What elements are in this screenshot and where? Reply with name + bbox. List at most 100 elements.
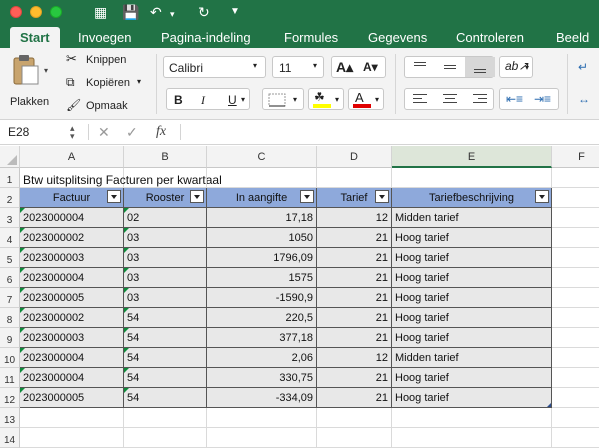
- tab-pagina-indeling[interactable]: Pagina-indeling: [161, 27, 251, 48]
- table-cell-b6[interactable]: 03: [124, 268, 207, 288]
- table-cell-b12[interactable]: 54: [124, 388, 207, 408]
- column-header-a[interactable]: A: [20, 146, 124, 168]
- table-cell-d7[interactable]: 21: [317, 288, 392, 308]
- column-header-c[interactable]: C: [207, 146, 317, 168]
- row-header-9[interactable]: 9: [0, 328, 20, 348]
- table-cell-c4[interactable]: 1050: [207, 228, 317, 248]
- tab-gegevens[interactable]: Gegevens: [368, 27, 427, 48]
- table-cell-b11[interactable]: 54: [124, 368, 207, 388]
- row-header-10[interactable]: 10: [0, 348, 20, 368]
- align-right-button[interactable]: [465, 89, 495, 109]
- cell-f8[interactable]: [552, 308, 599, 328]
- table-cell-b7[interactable]: 03: [124, 288, 207, 308]
- cancel-icon[interactable]: ✕: [98, 122, 110, 142]
- tab-start[interactable]: Start: [10, 27, 60, 48]
- table-cell-d5[interactable]: 21: [317, 248, 392, 268]
- align-left-button[interactable]: [405, 89, 435, 109]
- paste-button[interactable]: ▾ Plakken: [8, 54, 54, 110]
- table-cell-e4[interactable]: Hoog tarief: [392, 228, 552, 248]
- table-cell-e10[interactable]: Midden tarief: [392, 348, 552, 368]
- borders-button[interactable]: ▾: [262, 88, 304, 110]
- table-cell-b8[interactable]: 54: [124, 308, 207, 328]
- cell-a13[interactable]: [20, 408, 124, 428]
- zoom-window-button[interactable]: [50, 6, 62, 18]
- redo-icon[interactable]: ↻: [198, 3, 210, 21]
- tab-beeld[interactable]: Beeld: [556, 27, 589, 48]
- align-bottom-button[interactable]: [465, 57, 495, 77]
- confirm-icon[interactable]: ✓: [126, 122, 138, 142]
- row-header-6[interactable]: 6: [0, 268, 20, 288]
- table-header-c[interactable]: In aangifte: [207, 188, 317, 208]
- table-resize-handle[interactable]: [547, 403, 551, 407]
- table-cell-c6[interactable]: 1575: [207, 268, 317, 288]
- cell-f2[interactable]: [552, 188, 599, 208]
- close-window-button[interactable]: [10, 6, 22, 18]
- table-cell-c12[interactable]: -334,09: [207, 388, 317, 408]
- cell-f12[interactable]: [552, 388, 599, 408]
- undo-dropdown-icon[interactable]: ▾: [170, 5, 175, 23]
- column-header-e[interactable]: E: [392, 146, 552, 168]
- shrink-font-icon[interactable]: A▾: [363, 60, 378, 74]
- row-header-13[interactable]: 13: [0, 408, 20, 428]
- insert-function-button[interactable]: fx: [156, 122, 166, 142]
- font-size-select[interactable]: 11 ▾: [272, 56, 324, 78]
- table-cell-a12[interactable]: 2023000005: [20, 388, 124, 408]
- format-painter-button[interactable]: Opmaak: [86, 100, 128, 112]
- table-cell-b10[interactable]: 54: [124, 348, 207, 368]
- filter-dropdown-button[interactable]: [300, 190, 314, 203]
- table-cell-a10[interactable]: 2023000004: [20, 348, 124, 368]
- row-header-2[interactable]: 2: [0, 188, 20, 208]
- table-cell-d10[interactable]: 12: [317, 348, 392, 368]
- merge-cells-icon[interactable]: ↔: [578, 92, 590, 106]
- table-cell-c5[interactable]: 1796,09: [207, 248, 317, 268]
- table-cell-b9[interactable]: 54: [124, 328, 207, 348]
- table-cell-c7[interactable]: -1590,9: [207, 288, 317, 308]
- underline-button[interactable]: U: [228, 93, 237, 107]
- cell-f7[interactable]: [552, 288, 599, 308]
- italic-button[interactable]: I: [201, 93, 205, 108]
- increase-indent-icon[interactable]: ⇥≡: [534, 92, 551, 106]
- copy-button[interactable]: Kopiëren: [86, 77, 130, 89]
- cell-e13[interactable]: [392, 408, 552, 428]
- cell-d13[interactable]: [317, 408, 392, 428]
- tab-invoegen[interactable]: Invoegen: [78, 27, 132, 48]
- filter-dropdown-button[interactable]: [107, 190, 121, 203]
- table-cell-d4[interactable]: 21: [317, 228, 392, 248]
- column-header-f[interactable]: F: [552, 146, 599, 168]
- align-middle-button[interactable]: [435, 57, 465, 77]
- table-cell-e9[interactable]: Hoog tarief: [392, 328, 552, 348]
- table-cell-a3[interactable]: 2023000004: [20, 208, 124, 228]
- cell-f11[interactable]: [552, 368, 599, 388]
- table-cell-e6[interactable]: Hoog tarief: [392, 268, 552, 288]
- cell-f4[interactable]: [552, 228, 599, 248]
- copy-icon[interactable]: ⧉: [66, 75, 75, 90]
- cell-d1[interactable]: [317, 168, 392, 188]
- table-cell-b4[interactable]: 03: [124, 228, 207, 248]
- table-cell-a5[interactable]: 2023000003: [20, 248, 124, 268]
- row-header-3[interactable]: 3: [0, 208, 20, 228]
- table-cell-c8[interactable]: 220,5: [207, 308, 317, 328]
- cell-f1[interactable]: [552, 168, 599, 188]
- orientation-button[interactable]: ab↗ ▾: [499, 56, 533, 78]
- tab-controleren[interactable]: Controleren: [456, 27, 524, 48]
- bold-button[interactable]: B: [174, 93, 183, 107]
- table-cell-a8[interactable]: 2023000002: [20, 308, 124, 328]
- customize-toolbar-icon[interactable]: ▼: [230, 3, 240, 21]
- tab-formules[interactable]: Formules: [284, 27, 338, 48]
- select-all-corner[interactable]: [0, 146, 20, 168]
- filter-dropdown-button[interactable]: [535, 190, 549, 203]
- table-cell-a11[interactable]: 2023000004: [20, 368, 124, 388]
- table-cell-b5[interactable]: 03: [124, 248, 207, 268]
- table-cell-e11[interactable]: Hoog tarief: [392, 368, 552, 388]
- cell-e14[interactable]: [392, 428, 552, 448]
- table-cell-d9[interactable]: 21: [317, 328, 392, 348]
- table-header-d[interactable]: Tarief: [317, 188, 392, 208]
- table-cell-c10[interactable]: 2,06: [207, 348, 317, 368]
- cell-a14[interactable]: [20, 428, 124, 448]
- table-cell-d6[interactable]: 21: [317, 268, 392, 288]
- cell-f14[interactable]: [552, 428, 599, 448]
- cell-b1[interactable]: [124, 168, 207, 188]
- table-cell-e3[interactable]: Midden tarief: [392, 208, 552, 228]
- formula-input[interactable]: [186, 123, 591, 142]
- cell-e1[interactable]: [392, 168, 552, 188]
